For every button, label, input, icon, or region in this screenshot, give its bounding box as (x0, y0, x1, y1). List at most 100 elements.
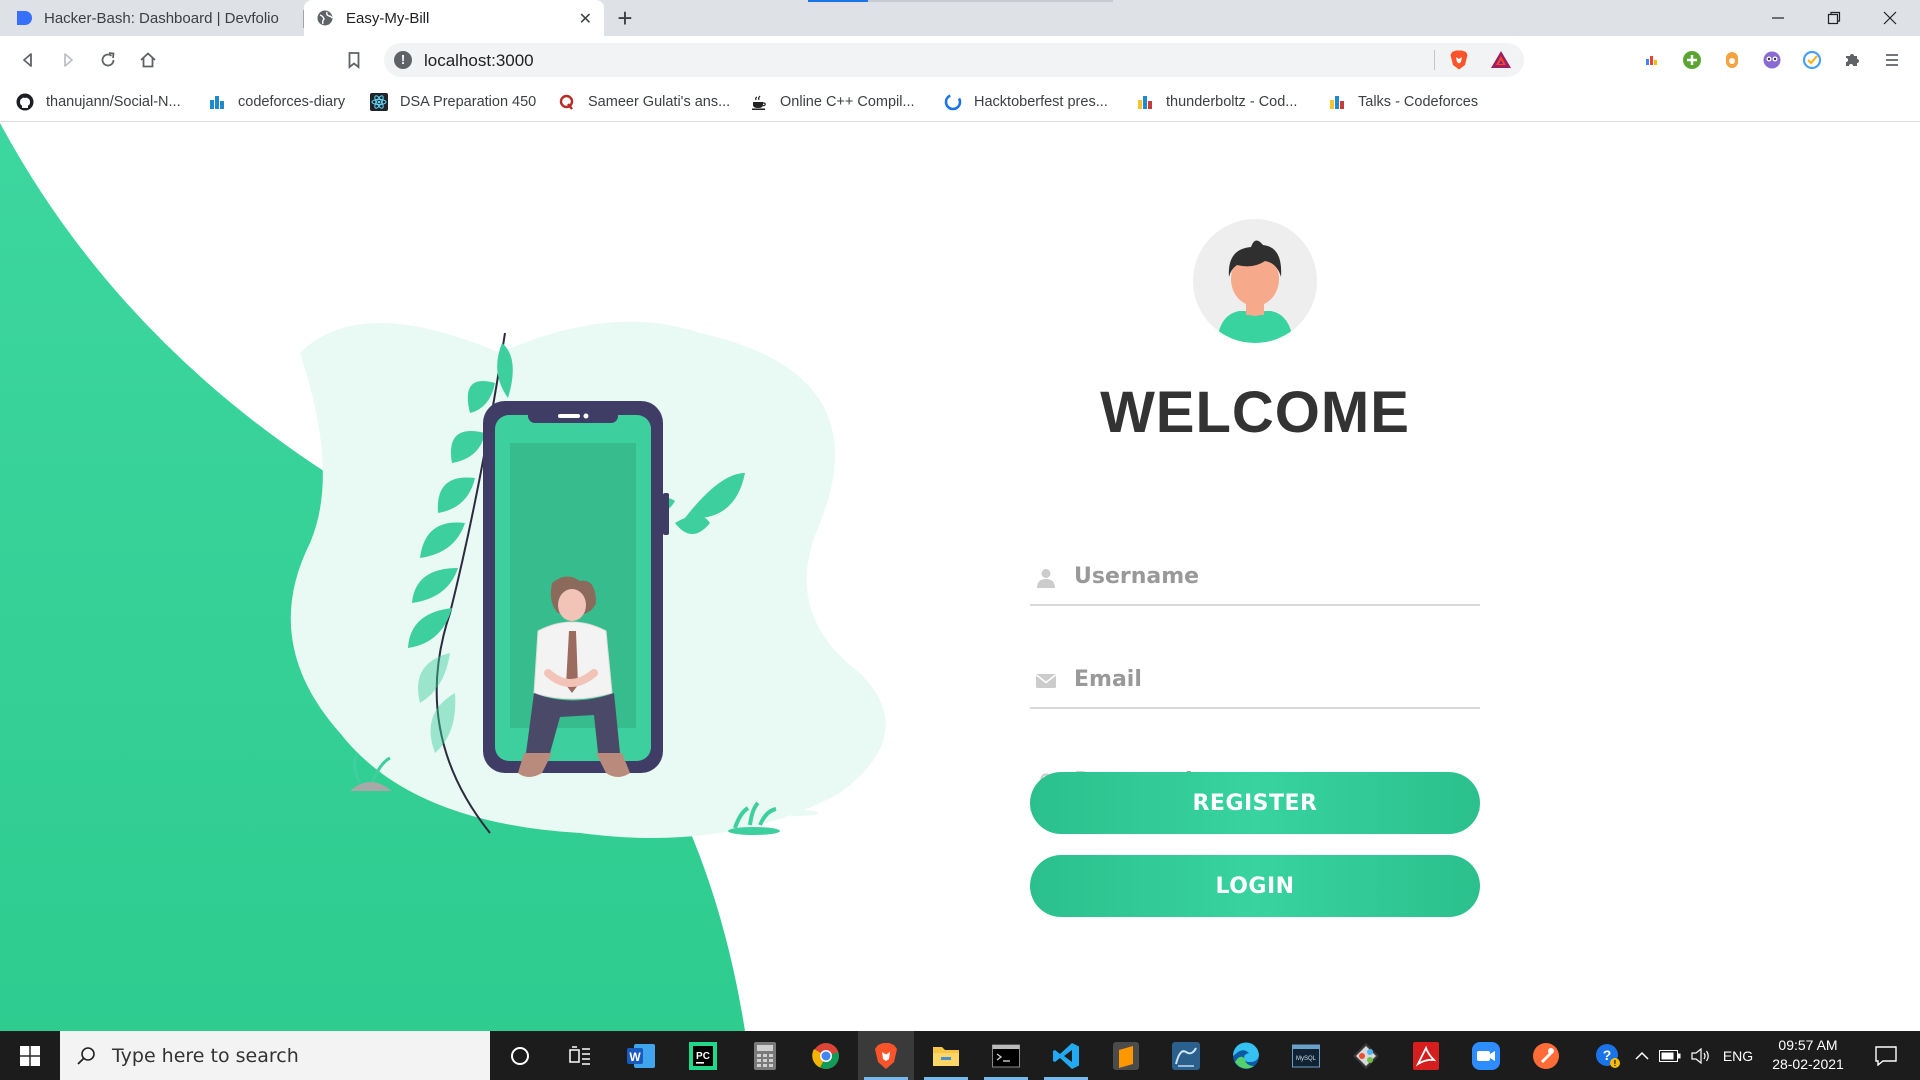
react-icon (370, 93, 388, 111)
reload-button[interactable] (94, 46, 122, 74)
bookmark-label: DSA Preparation 450 (400, 94, 537, 110)
windows-logo-icon (20, 1045, 40, 1066)
codeforces-icon (1328, 93, 1346, 111)
new-tab-button[interactable]: + (610, 3, 640, 33)
pycharm-icon: PC (689, 1041, 717, 1070)
bookmark-item[interactable]: Online C++ Compil... (750, 93, 915, 111)
bookmark-item[interactable]: codeforces-diary (208, 93, 345, 111)
acrobat-reader-app[interactable] (1398, 1031, 1454, 1080)
add-extension-icon[interactable] (1680, 48, 1704, 72)
bookmark-item[interactable]: thanujann/Social-N... (16, 93, 181, 111)
taskbar-search[interactable]: Type here to search (60, 1031, 490, 1080)
close-tab-icon[interactable]: ✕ (579, 9, 592, 29)
reload-icon (101, 52, 115, 67)
notification-icon (1875, 1045, 1897, 1066)
cortana-button[interactable] (492, 1031, 548, 1080)
start-button[interactable] (0, 1031, 60, 1080)
battery-icon (1659, 1049, 1681, 1062)
mysql-workbench-app[interactable] (1158, 1031, 1214, 1080)
mysql-shell-app[interactable]: MySQL (1278, 1031, 1334, 1080)
clock-date: 28-02-2021 (1772, 1056, 1844, 1072)
svg-text:?: ? (1603, 1047, 1612, 1063)
grammar-check-extension-icon[interactable] (1800, 48, 1824, 72)
volume-tray-item[interactable] (1688, 1031, 1714, 1080)
username-input[interactable] (1074, 556, 1474, 596)
address-bar[interactable]: ! localhost:3000 (384, 43, 1524, 77)
forward-button[interactable] (54, 46, 82, 74)
mysql-shell-icon: MySQL (1292, 1044, 1320, 1067)
register-button[interactable]: REGISTER (1030, 772, 1480, 834)
address-url[interactable]: localhost:3000 (424, 51, 534, 71)
file-explorer-app[interactable] (918, 1031, 974, 1080)
home-button[interactable] (134, 46, 162, 74)
minimize-button[interactable] (1750, 0, 1806, 36)
vscode-icon (1053, 1042, 1079, 1069)
action-center-button[interactable] (1864, 1031, 1908, 1080)
tab-devfolio[interactable]: Hacker-Bash: Dashboard | Devfolio (0, 0, 303, 36)
pycharm-app[interactable]: PC (675, 1031, 731, 1080)
sublime-text-icon (1113, 1041, 1139, 1070)
brave-rewards-icon[interactable] (1490, 49, 1512, 76)
svg-text:PC: PC (696, 1051, 710, 1062)
login-button[interactable]: LOGIN (1030, 855, 1480, 917)
battery-tray-item[interactable] (1656, 1031, 1684, 1080)
search-icon (74, 1044, 98, 1068)
bookmark-item[interactable]: Talks - Codeforces (1328, 93, 1478, 111)
info-icon[interactable]: ! (394, 51, 412, 69)
bookmark-label: Hacktoberfest pres... (974, 94, 1108, 110)
close-window-button[interactable] (1862, 0, 1918, 36)
bookmark-item[interactable]: Sameer Gulati's ans... (558, 93, 730, 111)
codeforces-icon (208, 93, 226, 111)
brave-icon (875, 1042, 897, 1069)
bookmark-label: thunderboltz - Cod... (1166, 94, 1298, 110)
back-button[interactable] (14, 46, 42, 74)
restore-button[interactable] (1806, 0, 1862, 36)
address-divider (1434, 50, 1435, 70)
show-hidden-icons-button[interactable] (1630, 1031, 1654, 1080)
bookmark-item[interactable]: thunderboltz - Cod... (1136, 93, 1297, 111)
speaker-icon (1691, 1047, 1709, 1064)
language-indicator[interactable]: ENG (1718, 1031, 1758, 1080)
bookmark-label: thanujann/Social-N... (46, 94, 181, 110)
task-view-icon (569, 1045, 590, 1065)
task-view-button[interactable] (552, 1031, 608, 1080)
menu-icon[interactable] (1880, 48, 1904, 72)
google-tasks-extension-icon[interactable] (1640, 48, 1664, 72)
postman-icon (1533, 1042, 1559, 1069)
tab-strip: Hacker-Bash: Dashboard | Devfolio Easy-M… (0, 0, 1920, 36)
calculator-app[interactable] (737, 1031, 793, 1080)
edge-app[interactable] (1218, 1031, 1274, 1080)
zoom-icon (1472, 1041, 1500, 1070)
system-clock[interactable]: 09:57 AM 28-02-2021 (1760, 1036, 1856, 1074)
user-icon (1036, 568, 1056, 588)
hacktoberfest-icon (944, 93, 962, 111)
bookmark-item[interactable]: Hacktoberfest pres... (944, 93, 1108, 111)
folder-icon (933, 1046, 959, 1066)
bookmark-page-button[interactable] (340, 46, 368, 74)
terminal-app[interactable] (978, 1031, 1034, 1080)
dark-reader-extension-icon[interactable] (1760, 48, 1784, 72)
browser-toolbar: ! localhost:3000 (0, 36, 1920, 84)
vscode-app[interactable] (1038, 1031, 1094, 1080)
forward-icon (64, 53, 73, 67)
word-app[interactable]: W (613, 1031, 669, 1080)
honey-extension-icon[interactable] (1720, 48, 1744, 72)
tab-easy-my-bill[interactable]: Easy-My-Bill ✕ (304, 0, 604, 36)
postman-app[interactable] (1518, 1031, 1574, 1080)
email-input[interactable] (1074, 659, 1474, 699)
sublime-text-app[interactable] (1098, 1031, 1154, 1080)
bookmark-item[interactable]: DSA Preparation 450 (370, 93, 536, 111)
tab-title: Easy-My-Bill (346, 9, 430, 27)
chrome-app[interactable] (798, 1031, 854, 1080)
extensions-puzzle-icon[interactable] (1840, 48, 1864, 72)
help-tray-item[interactable]: ?! (1588, 1031, 1628, 1080)
brave-app[interactable] (858, 1031, 914, 1080)
username-field (1030, 546, 1480, 606)
git-tool-app[interactable] (1338, 1031, 1394, 1080)
bookmark-label: codeforces-diary (238, 94, 346, 110)
brave-shields-icon[interactable] (1448, 49, 1470, 76)
globe-icon (316, 9, 334, 27)
zoom-app[interactable] (1458, 1031, 1514, 1080)
close-icon (1883, 11, 1897, 25)
back-icon (23, 53, 32, 67)
